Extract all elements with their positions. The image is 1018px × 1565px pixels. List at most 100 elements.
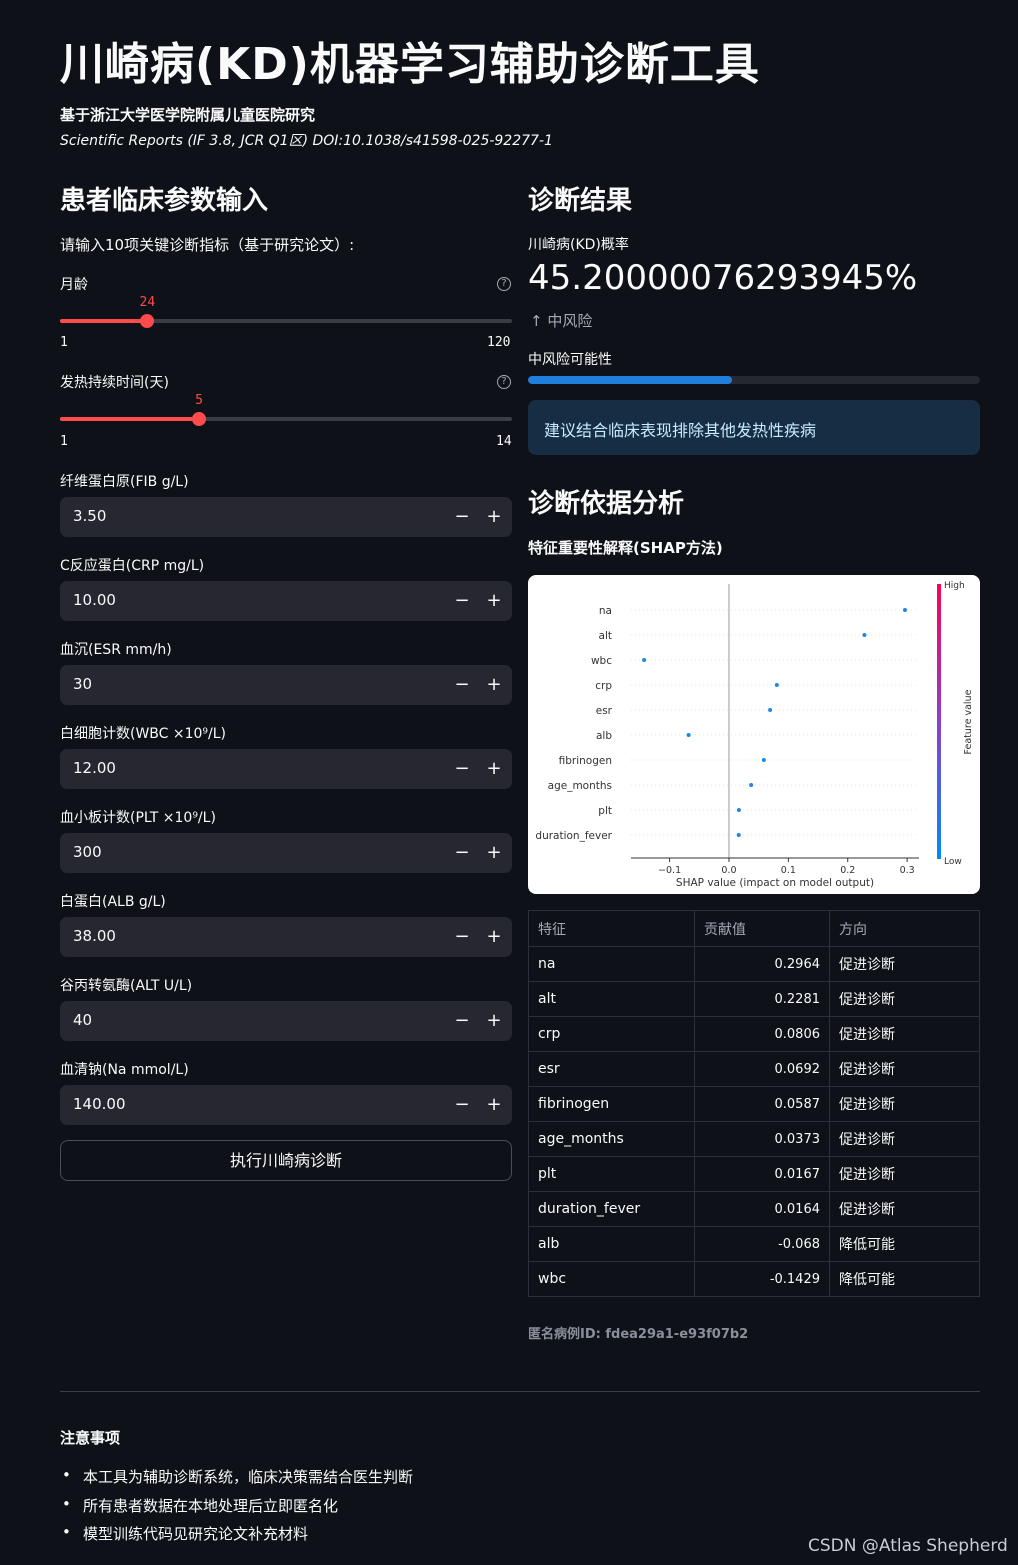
input-value[interactable]: 3.50 [73,507,106,525]
shap-table: 特征 贡献值 方向 na 0.2964 促进诊断 alt 0.2281 促进诊断 crp… [528,910,980,1297]
progress-fill [528,376,733,384]
esr-input[interactable]: 30 − + [60,665,512,705]
slider-min: 1 [60,335,68,350]
input-value[interactable]: 12.00 [73,759,116,777]
decrement-button[interactable]: − [448,923,476,951]
run-diagnosis-button[interactable]: 执行川崎病诊断 [60,1140,512,1181]
increment-button[interactable]: + [480,587,508,615]
feature-cell: crp [528,1016,695,1052]
input-value[interactable]: 300 [73,843,102,861]
input-value[interactable]: 30 [73,675,92,693]
metric-label: 川崎病(KD)概率 [528,237,629,253]
slider-thumb[interactable] [192,412,207,426]
table-row: plt 0.0167 促进诊断 [528,1156,980,1192]
decrement-button[interactable]: − [448,671,476,699]
kd-probability-value: 45.20000076293945% [528,258,918,298]
crp-input[interactable]: 10.00 − + [60,581,512,621]
wbc-input[interactable]: 12.00 − + [60,749,512,789]
increment-button[interactable]: + [480,839,508,867]
direction-cell: 促进诊断 [829,981,980,1017]
contribution-cell: -0.1429 [694,1261,830,1297]
fibrinogen-input[interactable]: 3.50 − + [60,497,512,537]
shap-point [686,733,691,737]
feature-cell: wbc [528,1261,695,1297]
risk-level-text: 中风险 [547,312,593,330]
slider-label-fever-duration: 发热持续时间(天) [60,375,169,391]
colorbar-low-label: Low [944,857,962,867]
table-row: age_months 0.0373 促进诊断 [528,1121,980,1157]
increment-button[interactable]: + [480,503,508,531]
shap-point [736,833,741,837]
alt-label: 谷丙转氨酶(ALT U/L) [60,978,193,994]
feature-label: duration_fever [535,830,612,842]
analysis-section-heading: 诊断依据分析 [528,489,685,519]
shap-point [761,758,766,762]
list-item: 本工具为辅助诊断系统，临床决策需结合医生判断 [60,1466,413,1495]
contribution-cell: 0.0587 [694,1086,830,1122]
decrement-button[interactable]: − [448,839,476,867]
feature-label: fibrinogen [559,755,612,767]
slider-fill [60,417,200,421]
contribution-cell: 0.0692 [694,1051,830,1087]
direction-cell: 促进诊断 [829,1191,980,1227]
help-icon[interactable]: ? [497,277,511,291]
slider-thumb[interactable] [140,314,155,328]
x-tick-label: 0.2 [840,865,855,876]
arrow-up-icon: ↑ [530,312,543,330]
feature-cell: fibrinogen [528,1086,695,1122]
decrement-button[interactable]: − [448,503,476,531]
contribution-cell: 0.0806 [694,1016,830,1052]
x-tick-label: 0.1 [781,865,796,876]
direction-cell: 促进诊断 [829,1016,980,1052]
shap-plot: na alt wbc crp esr alb fibrinogen age_months plt… [528,575,980,894]
feature-cell: alt [528,981,695,1017]
na-input[interactable]: 140.00 − + [60,1085,512,1125]
slider-max: 120 [487,335,511,350]
slider-min: 1 [60,434,68,449]
slider-max: 14 [496,434,512,449]
decrement-button[interactable]: − [448,1007,476,1035]
feature-cell: duration_fever [528,1191,695,1227]
x-tick-label: 0.3 [900,865,915,876]
shap-point [736,808,741,812]
alt-input[interactable]: 40 − + [60,1001,512,1041]
decrement-button[interactable]: − [448,587,476,615]
slider-fill [60,319,148,323]
wbc-label: 白细胞计数(WBC ×10⁹/L) [60,726,227,742]
risk-progress-bar [528,376,980,384]
shap-point [862,633,867,637]
column-header[interactable]: 贡献值 [694,910,830,947]
crp-label: C反应蛋白(CRP mg/L) [60,558,205,574]
contribution-cell: -0.068 [694,1226,830,1262]
age-months-slider[interactable]: 24 [60,295,512,328]
column-header[interactable]: 特征 [528,910,695,947]
increment-button[interactable]: + [480,923,508,951]
citation: Scientific Reports (IF 3.8, JCR Q1区) DOI… [60,133,553,149]
fibrinogen-label: 纤维蛋白原(FIB g/L) [60,474,189,490]
input-value[interactable]: 38.00 [73,927,116,945]
x-tick-label: 0.0 [721,865,736,876]
input-value[interactable]: 10.00 [73,591,116,609]
shap-subheading: 特征重要性解释(SHAP方法) [528,539,723,557]
input-value[interactable]: 40 [73,1011,92,1029]
input-section-heading: 患者临床参数输入 [60,186,269,216]
column-header[interactable]: 方向 [829,910,980,947]
decrement-button[interactable]: − [448,1091,476,1119]
input-value[interactable]: 140.00 [73,1095,126,1113]
plt-input[interactable]: 300 − + [60,833,512,873]
alb-input[interactable]: 38.00 − + [60,917,512,957]
increment-button[interactable]: + [480,755,508,783]
increment-button[interactable]: + [480,1007,508,1035]
direction-cell: 促进诊断 [829,1086,980,1122]
increment-button[interactable]: + [480,671,508,699]
decrement-button[interactable]: − [448,755,476,783]
shap-point [642,658,647,662]
fever-duration-slider[interactable]: 5 [60,393,512,426]
feature-cell: na [528,946,695,982]
slider-value: 5 [195,393,203,408]
increment-button[interactable]: + [480,1091,508,1119]
slider-label-age-months: 月龄 [60,277,88,293]
shap-point [902,608,907,612]
help-icon[interactable]: ? [497,375,511,389]
result-section-heading: 诊断结果 [528,186,633,216]
